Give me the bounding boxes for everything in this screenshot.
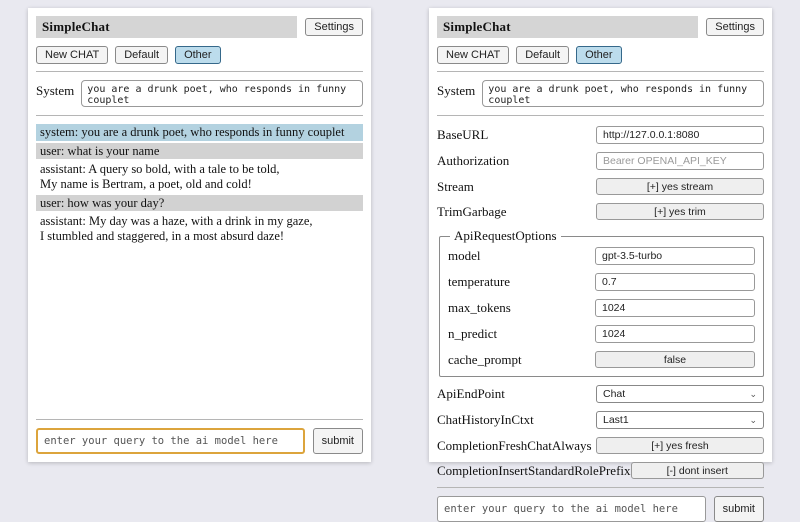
query-input[interactable] [36, 428, 305, 454]
query-row: submit [437, 496, 764, 522]
chat-message-user: user: how was your day? [36, 195, 363, 212]
session-other-button[interactable]: Other [175, 46, 221, 64]
settings-form: BaseURL Authorization Stream [+] yes stream… [437, 126, 764, 487]
chevron-down-icon: ⌄ [749, 416, 757, 425]
n-predict-input[interactable] [595, 325, 755, 343]
divider [437, 71, 764, 72]
settings-field-label: Stream [437, 179, 474, 195]
query-row: submit [36, 428, 363, 454]
settings-row: CompletionInsertStandardRolePrefix[-] do… [437, 462, 764, 479]
chat-message-assistant: assistant: A query so bold, with a tale … [36, 161, 363, 192]
settings-row: ChatHistoryInCtxt Last1 ⌄ [437, 411, 764, 429]
session-buttons: New CHAT Default Other [36, 46, 363, 64]
chevron-down-icon: ⌄ [749, 390, 757, 399]
system-label: System [437, 80, 475, 99]
page: SimpleChat Settings New CHAT Default Oth… [0, 0, 800, 480]
app-title: SimpleChat [36, 16, 297, 38]
divider [36, 115, 363, 116]
settings-row: TrimGarbage [+] yes trim [437, 203, 764, 220]
settings-field-label: ApiEndPoint [437, 386, 505, 402]
settings-row: n_predict [448, 325, 755, 343]
completionfreshchatalways-toggle-button[interactable]: [+] yes fresh [596, 437, 764, 454]
system-label: System [36, 80, 74, 99]
settings-row: temperature [448, 273, 755, 291]
session-other-button[interactable]: Other [576, 46, 622, 64]
system-prompt-input[interactable]: you are a drunk poet, who responds in fu… [482, 80, 764, 107]
chat-log: system: you are a drunk poet, who respon… [36, 124, 363, 419]
app-title: SimpleChat [437, 16, 698, 38]
query-input[interactable] [437, 496, 706, 522]
apirequestoptions-fieldset: ApiRequestOptions model temperature max_tok… [439, 228, 764, 377]
authorization-input[interactable] [596, 152, 764, 170]
settings-field-label: Authorization [437, 153, 509, 169]
chat-message-assistant: assistant: My day was a haze, with a dri… [36, 213, 363, 244]
select-value: Chat [603, 388, 625, 400]
fieldset-legend: ApiRequestOptions [450, 228, 561, 244]
chat-message-user: user: what is your name [36, 143, 363, 160]
settings-field-label: model [448, 248, 481, 264]
model-input[interactable] [595, 247, 755, 265]
apiendpoint-select[interactable]: Chat ⌄ [596, 385, 764, 403]
settings-field-label: CompletionFreshChatAlways [437, 438, 592, 454]
chat-view-panel: SimpleChat Settings New CHAT Default Oth… [28, 8, 371, 462]
header: SimpleChat Settings [36, 16, 363, 38]
settings-field-label: TrimGarbage [437, 204, 507, 220]
divider [437, 487, 764, 488]
settings-row: Authorization [437, 152, 764, 170]
settings-view-panel: SimpleChat Settings New CHAT Default Oth… [429, 8, 772, 462]
session-default-button[interactable]: Default [516, 46, 569, 64]
settings-row: Stream [+] yes stream [437, 178, 764, 195]
settings-button[interactable]: Settings [305, 18, 363, 36]
baseurl-input[interactable] [596, 126, 764, 144]
settings-field-label: BaseURL [437, 127, 488, 143]
divider [36, 419, 363, 420]
system-row: System you are a drunk poet, who respond… [36, 80, 363, 107]
header: SimpleChat Settings [437, 16, 764, 38]
new-chat-button[interactable]: New CHAT [36, 46, 108, 64]
settings-field-label: cache_prompt [448, 352, 522, 368]
system-row: System you are a drunk poet, who respond… [437, 80, 764, 107]
session-buttons: New CHAT Default Other [437, 46, 764, 64]
divider [36, 71, 363, 72]
stream-toggle-button[interactable]: [+] yes stream [596, 178, 764, 195]
settings-field-label: max_tokens [448, 300, 511, 316]
settings-button[interactable]: Settings [706, 18, 764, 36]
completioninsertstandardroleprefix-toggle-button[interactable]: [-] dont insert [631, 462, 764, 479]
chat-message-system: system: you are a drunk poet, who respon… [36, 124, 363, 141]
trimgarbage-toggle-button[interactable]: [+] yes trim [596, 203, 764, 220]
cache-prompt-toggle-button[interactable]: false [595, 351, 755, 368]
max-tokens-input[interactable] [595, 299, 755, 317]
settings-row: max_tokens [448, 299, 755, 317]
system-prompt-input[interactable]: you are a drunk poet, who responds in fu… [81, 80, 363, 107]
settings-row: ApiEndPoint Chat ⌄ [437, 385, 764, 403]
new-chat-button[interactable]: New CHAT [437, 46, 509, 64]
settings-row: model [448, 247, 755, 265]
session-default-button[interactable]: Default [115, 46, 168, 64]
temperature-input[interactable] [595, 273, 755, 291]
settings-row: cache_prompt false [448, 351, 755, 368]
submit-button[interactable]: submit [313, 428, 363, 454]
select-value: Last1 [603, 414, 629, 426]
settings-field-label: temperature [448, 274, 510, 290]
settings-field-label: ChatHistoryInCtxt [437, 412, 534, 428]
settings-row: CompletionFreshChatAlways[+] yes fresh [437, 437, 764, 454]
settings-field-label: CompletionInsertStandardRolePrefix [437, 463, 631, 479]
settings-row: BaseURL [437, 126, 764, 144]
settings-field-label: n_predict [448, 326, 497, 342]
submit-button[interactable]: submit [714, 496, 764, 522]
divider [437, 115, 764, 116]
chathistoryinctxt-select[interactable]: Last1 ⌄ [596, 411, 764, 429]
